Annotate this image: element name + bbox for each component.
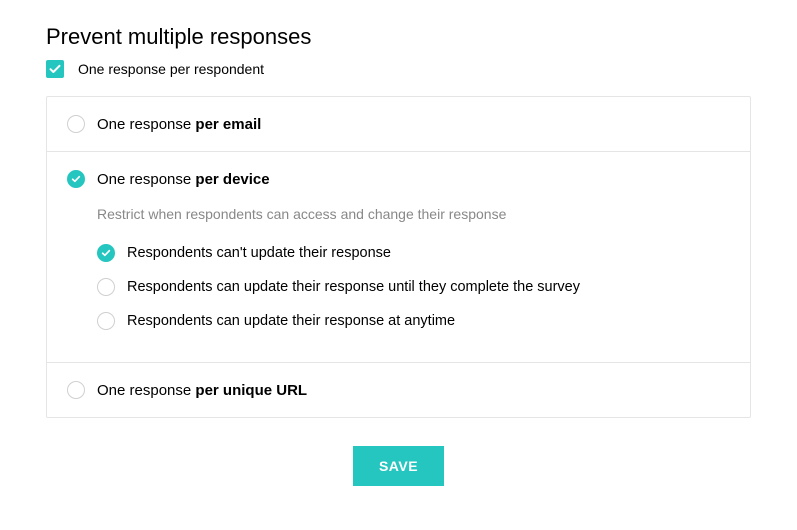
sub-options: Respondents can't update their response … xyxy=(97,236,730,338)
save-wrap: SAVE xyxy=(46,446,751,486)
option-per-email-head[interactable]: One response per email xyxy=(67,115,730,133)
save-button[interactable]: SAVE xyxy=(353,446,444,486)
option-label: One response per email xyxy=(97,116,261,133)
radio-icon-selected xyxy=(97,244,115,262)
radio-icon-selected xyxy=(67,170,85,188)
page-title: Prevent multiple responses xyxy=(46,24,751,50)
sub-description: Restrict when respondents can access and… xyxy=(97,206,730,222)
options-panel: One response per email One response per … xyxy=(46,96,751,418)
radio-icon xyxy=(67,115,85,133)
option-label: One response per device xyxy=(97,171,270,188)
radio-icon xyxy=(97,312,115,330)
option-per-url: One response per unique URL xyxy=(47,363,750,417)
radio-icon xyxy=(67,381,85,399)
sub-choice-anytime[interactable]: Respondents can update their response at… xyxy=(97,304,730,338)
sub-choice-label: Respondents can't update their response xyxy=(127,245,391,261)
option-per-device: One response per device Restrict when re… xyxy=(47,152,750,363)
option-per-email: One response per email xyxy=(47,97,750,152)
option-per-url-head[interactable]: One response per unique URL xyxy=(67,381,730,399)
sub-choice-no-update[interactable]: Respondents can't update their response xyxy=(97,236,730,270)
sub-choice-label: Respondents can update their response un… xyxy=(127,279,580,295)
per-device-sub: Restrict when respondents can access and… xyxy=(67,188,730,344)
checkbox-icon xyxy=(46,60,64,78)
sub-choice-label: Respondents can update their response at… xyxy=(127,313,455,329)
radio-icon xyxy=(97,278,115,296)
sub-choice-until-complete[interactable]: Respondents can update their response un… xyxy=(97,270,730,304)
option-label: One response per unique URL xyxy=(97,382,307,399)
master-checkbox-label: One response per respondent xyxy=(78,61,264,77)
master-checkbox-row[interactable]: One response per respondent xyxy=(46,60,751,78)
option-per-device-head[interactable]: One response per device xyxy=(67,170,730,188)
